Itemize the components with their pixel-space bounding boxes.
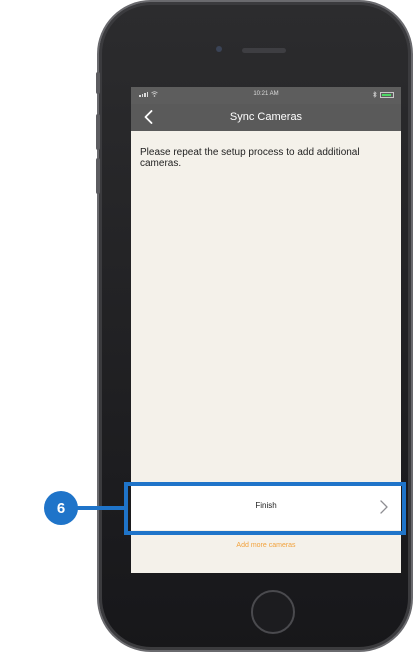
callout-step-badge: 6 <box>44 491 78 525</box>
front-camera <box>216 46 222 52</box>
battery-level <box>382 93 391 96</box>
volume-up-button <box>96 114 100 150</box>
earpiece-speaker <box>242 48 286 53</box>
callout-highlight-box <box>124 482 406 535</box>
bluetooth-icon <box>373 91 377 98</box>
battery-icon <box>380 91 394 98</box>
instructions-text: Please repeat the setup process to add a… <box>140 147 360 169</box>
add-more-cameras-link[interactable]: Add more cameras <box>131 542 401 549</box>
status-right <box>373 91 394 98</box>
navigation-bar: Sync Cameras <box>131 104 401 131</box>
callout-connector <box>74 506 126 510</box>
mute-switch <box>96 72 100 94</box>
status-time: 10:21 AM <box>253 91 279 97</box>
status-bar: 10:21 AM <box>131 87 401 104</box>
volume-down-button <box>96 158 100 194</box>
home-button[interactable] <box>251 590 295 634</box>
page-title: Sync Cameras <box>229 111 303 123</box>
